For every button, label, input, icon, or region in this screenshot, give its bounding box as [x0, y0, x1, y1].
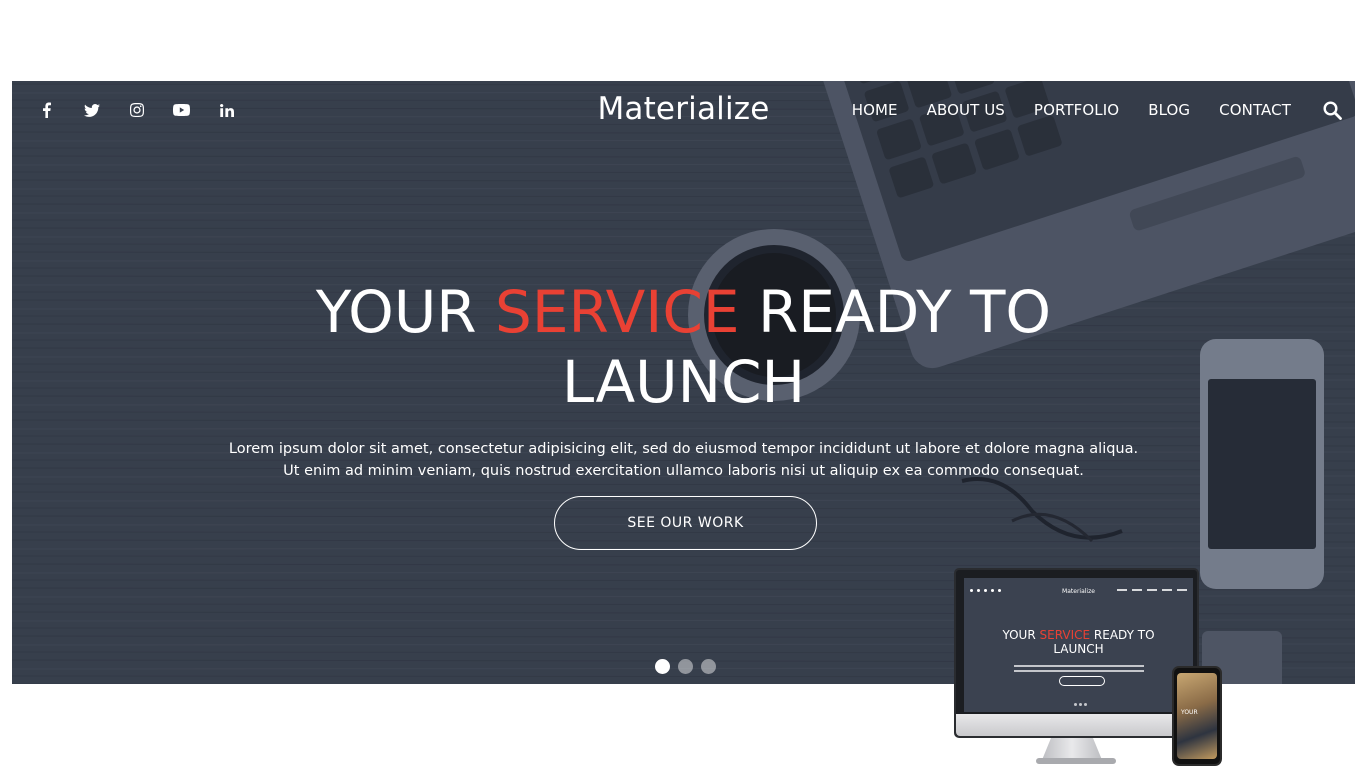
mini-headline: YOUR SERVICE READY TO LAUNCH — [1002, 628, 1155, 656]
headline-part2: READY TO — [739, 278, 1052, 346]
nav-item-home[interactable]: HOME — [852, 101, 898, 119]
monitor-base — [1036, 758, 1116, 764]
hero-description: Lorem ipsum dolor sit amet, consectetur … — [12, 438, 1355, 482]
slider-dot-3[interactable] — [701, 659, 716, 674]
nav-item-portfolio[interactable]: PORTFOLIO — [1034, 101, 1119, 119]
slider-dot-2[interactable] — [678, 659, 693, 674]
nav-item-about-us[interactable]: ABOUT US — [927, 101, 1005, 119]
monitor-screen: Materialize YOUR SERVICE READY TO LAUNCH — [964, 578, 1193, 712]
headline-accent: SERVICE — [495, 278, 740, 346]
main-nav: HOME ABOUT US PORTFOLIO BLOG CONTACT — [823, 99, 1343, 121]
phone-mockup: YOUR — [1172, 666, 1222, 766]
hero-description-line1: Lorem ipsum dolor sit amet, consectetur … — [228, 441, 1139, 457]
monitor-stand — [1042, 738, 1102, 760]
nav-item-blog[interactable]: BLOG — [1148, 101, 1190, 119]
device-mockup-image: Materialize YOUR SERVICE READY TO LAUNCH… — [950, 566, 1225, 768]
phone-mockup-text: YOUR — [1181, 709, 1198, 716]
slider-pagination — [655, 659, 716, 674]
hero-description-line2: Ut enim ad minim veniam, quis nostrud ex… — [283, 463, 1084, 479]
hero-headline: YOUR SERVICE READY TO LAUNCH — [12, 277, 1355, 417]
headline-part1: YOUR — [315, 278, 496, 346]
see-our-work-button[interactable]: SEE OUR WORK — [554, 496, 817, 550]
search-icon[interactable] — [1321, 99, 1343, 121]
monitor-mockup: Materialize YOUR SERVICE READY TO LAUNCH — [954, 568, 1199, 738]
nav-item-contact[interactable]: CONTACT — [1219, 101, 1291, 119]
headline-line2: LAUNCH — [561, 348, 806, 416]
slider-dot-1[interactable] — [655, 659, 670, 674]
